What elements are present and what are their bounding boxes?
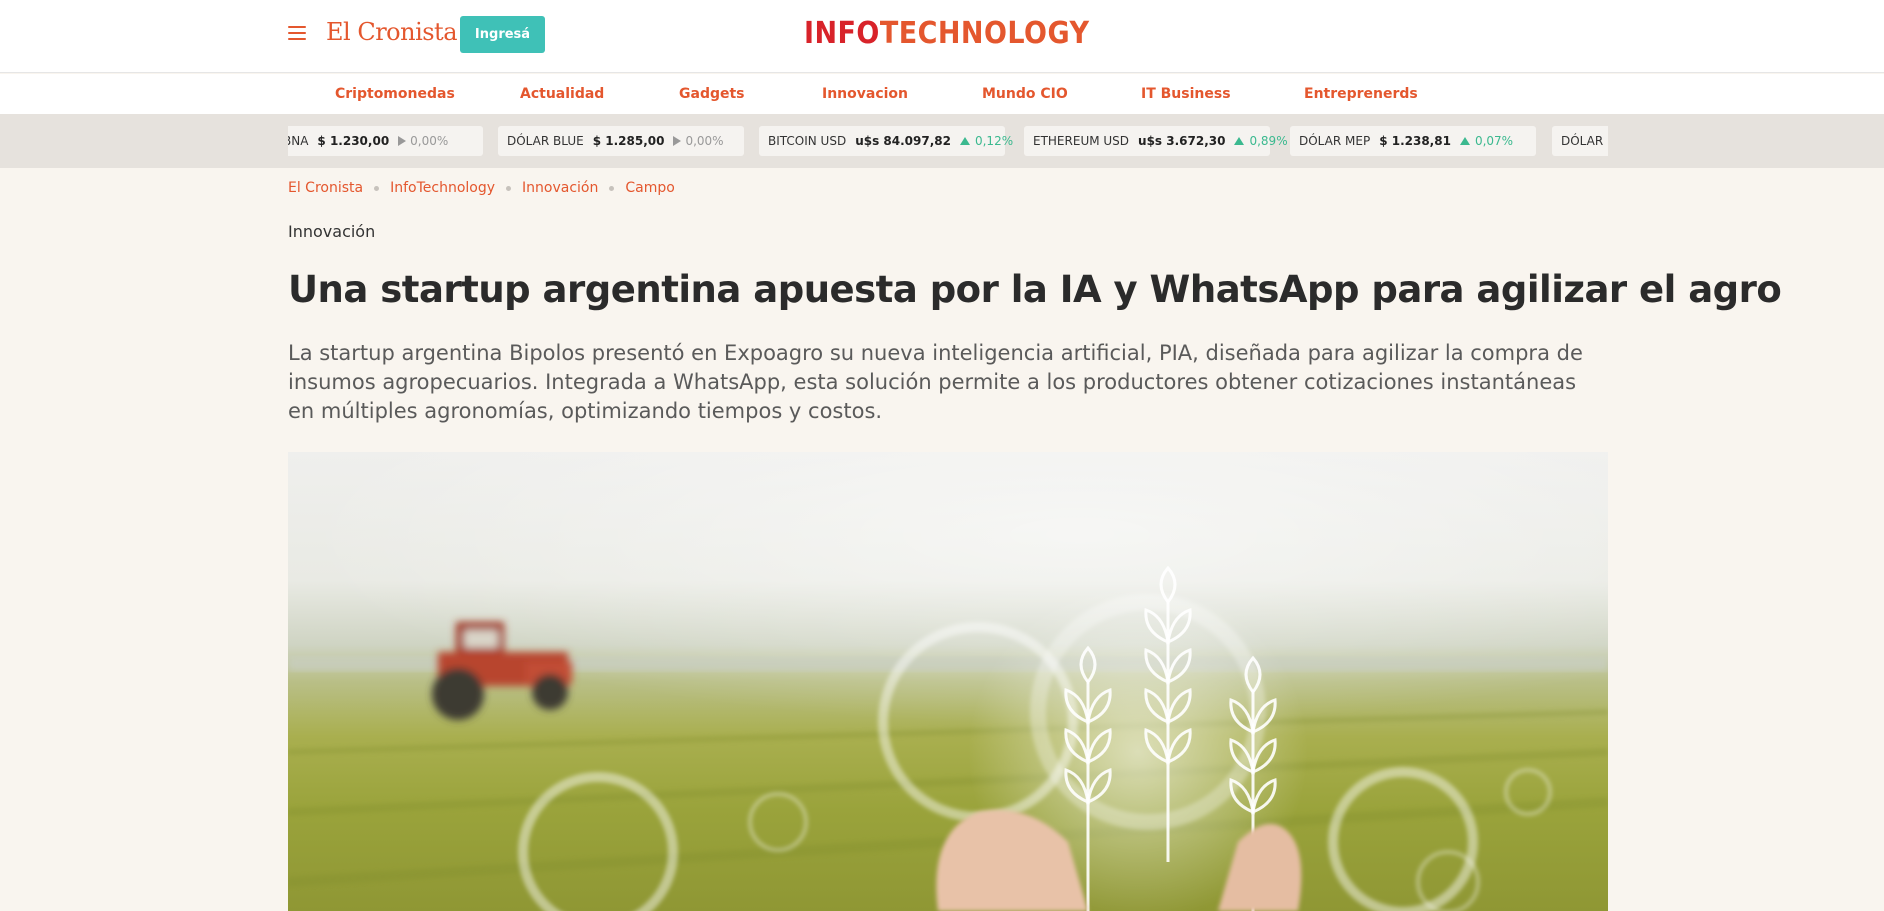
ticker-value: $ 1.230,00 — [317, 134, 390, 148]
breadcrumb-item[interactable]: Campo — [625, 180, 674, 196]
ticker-change: 0,00% — [410, 134, 449, 148]
nav-item-entreprenerds[interactable]: Entreprenerds — [1304, 86, 1418, 102]
ticker-track[interactable]: BNA $ 1.230,00 0,00% DÓLAR BLUE $ 1.285,… — [288, 126, 1608, 156]
breadcrumb-separator — [506, 185, 512, 191]
ticker-change: 0,00% — [685, 134, 724, 148]
ticker-value: u$s 84.097,82 — [855, 134, 951, 148]
nav-item-actualidad[interactable]: Actualidad — [520, 86, 604, 102]
article-section: Innovación — [288, 222, 376, 241]
ticker-item[interactable]: BNA $ 1.230,00 0,00% — [288, 126, 483, 156]
breadcrumb-separator — [374, 185, 380, 191]
ticker-item[interactable]: ETHEREUM USD u$s 3.672,30 0,89% — [1024, 126, 1288, 156]
site-logo[interactable]: INFOTECHNOLOGY — [804, 16, 1089, 51]
ticker-item[interactable]: DÓLAR BLUE $ 1.285,00 0,00% — [498, 126, 744, 156]
ticker-name: ETHEREUM USD — [1033, 134, 1130, 148]
up-arrow-icon — [959, 137, 970, 145]
breadcrumb-item[interactable]: InfoTechnology — [390, 180, 495, 196]
ticker-change: 0,89% — [1249, 134, 1288, 148]
article-title: Una startup argentina apuesta por la IA … — [288, 268, 1782, 311]
breadcrumb-separator — [609, 185, 615, 191]
logo-part-technology: TECHNOLOGY — [879, 16, 1090, 51]
ticker-name: DÓLAR BLUE — [507, 134, 584, 148]
ticker-change: 0,07% — [1474, 134, 1514, 148]
ticker-value: $ 1.238,81 — [1379, 134, 1451, 148]
ticker-name: BITCOIN USD — [768, 134, 847, 148]
ticker-value: $ 1.285,00 — [592, 134, 665, 148]
ticker-name: DÓLAR MEP — [1299, 134, 1371, 148]
flat-arrow-icon — [398, 136, 407, 146]
market-ticker: BNA $ 1.230,00 0,00% DÓLAR BLUE $ 1.285,… — [0, 114, 1884, 168]
breadcrumb-item[interactable]: El Cronista — [288, 180, 363, 196]
brand-logo[interactable]: El Cronista — [326, 18, 458, 46]
article-summary: La startup argentina Bipolos presentó en… — [288, 341, 1583, 423]
hero-illustration — [288, 565, 1608, 911]
breadcrumb-item[interactable]: Innovación — [522, 180, 598, 196]
login-button[interactable]: Ingresá — [460, 16, 545, 53]
logo-part-info: INFO — [804, 16, 880, 51]
top-header: El Cronista Ingresá INFOTECHNOLOGY — [0, 0, 1884, 73]
ticker-item[interactable]: DÓLAR M — [1552, 126, 1608, 156]
ticker-change: 0,12% — [974, 134, 1014, 148]
nav-item-innovacion[interactable]: Innovacion — [822, 86, 908, 102]
ticker-item[interactable]: DÓLAR MEP $ 1.238,81 0,07% — [1290, 126, 1536, 156]
section-nav: Criptomonedas Actualidad Gadgets Innovac… — [0, 74, 1884, 114]
nav-item-it-business[interactable]: IT Business — [1141, 86, 1231, 102]
hero-image — [288, 452, 1608, 911]
tractor-shape — [432, 622, 572, 720]
ticker-name: DÓLAR M — [1561, 134, 1608, 148]
menu-icon[interactable] — [288, 24, 306, 42]
nav-item-gadgets[interactable]: Gadgets — [679, 86, 745, 102]
flat-arrow-icon — [673, 136, 682, 146]
up-arrow-icon — [1234, 137, 1245, 145]
nav-item-criptomonedas[interactable]: Criptomonedas — [335, 86, 455, 102]
ticker-item[interactable]: BITCOIN USD u$s 84.097,82 0,12% — [759, 126, 1013, 156]
ticker-name: BNA — [288, 134, 309, 148]
up-arrow-icon — [1459, 137, 1470, 145]
breadcrumb: El Cronista InfoTechnology Innovación Ca… — [288, 180, 675, 196]
nav-item-mundo-cio[interactable]: Mundo CIO — [982, 86, 1068, 102]
ticker-value: u$s 3.672,30 — [1138, 134, 1226, 148]
